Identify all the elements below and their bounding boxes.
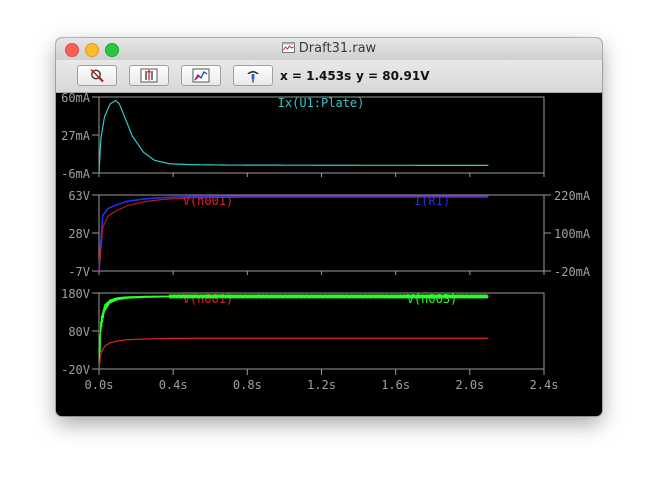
- x-tick-label: 0.8s: [233, 378, 262, 392]
- window-title: Draft31.raw: [298, 41, 377, 56]
- autorange-y-icon: [140, 68, 158, 83]
- window-title-wrap: Draft31.raw: [56, 41, 602, 56]
- pane-1: Ix(U1:Plate) 60mA 27mA -6mA: [61, 91, 545, 181]
- toolbar: x = 1.453s y = 80.91V: [56, 60, 602, 93]
- waveform-viewer-window: Draft31.raw x = 1.453s y = 80.91V Ix(U1:…: [56, 38, 602, 416]
- pane-2-right-ytick-bottom: -20mA: [554, 265, 591, 279]
- pane-1-ytick-top: 60mA: [61, 93, 91, 105]
- x-tick-label: 0.4s: [159, 378, 188, 392]
- pane-3-ytick-mid: 80V: [68, 325, 90, 339]
- pane-1-ytick-mid: 27mA: [61, 129, 91, 143]
- zoom-extents-button[interactable]: [181, 65, 221, 86]
- autorange-y-button[interactable]: [129, 65, 169, 86]
- pane-2-frame: [98, 194, 545, 272]
- zoom-cancel-icon: [90, 68, 104, 83]
- x-cursor-readout: x = 1.453s: [280, 69, 352, 83]
- x-tick-label: 2.4s: [530, 378, 559, 392]
- pane-2: V(n001) I(R1) 63V 28V -7V 220mA 100mA -2…: [68, 189, 591, 279]
- pane-2-right-ytick-top: 220mA: [554, 189, 591, 203]
- zoom-extents-icon: [192, 68, 210, 83]
- pane-2-ytick-top: 63V: [68, 189, 90, 203]
- pane-2-ytick-mid: 28V: [68, 227, 90, 241]
- pane-3-frame: [98, 292, 545, 370]
- pane-3-trace-v-n003[interactable]: [98, 293, 489, 370]
- pane-1-ytick-bottom: -6mA: [61, 167, 91, 181]
- probe-button[interactable]: [233, 65, 273, 86]
- pane-2-trace-v-n001[interactable]: [98, 196, 489, 272]
- plot-area[interactable]: Ix(U1:Plate) 60mA 27mA -6mA V(n001) I(R1…: [56, 91, 602, 416]
- x-tick-label: 1.2s: [307, 378, 336, 392]
- pane-1-trace-label[interactable]: Ix(U1:Plate): [278, 96, 365, 110]
- x-tick-label: 2.0s: [455, 378, 484, 392]
- pane-3: V(n001) V(n003) 180V 80V -20V: [61, 287, 545, 377]
- pane-2-right-ytick-mid: 100mA: [554, 227, 591, 241]
- zoom-cancel-button[interactable]: [77, 65, 117, 86]
- title-bar: Draft31.raw: [56, 38, 602, 60]
- pane-1-trace-ix-plate[interactable]: [98, 100, 489, 174]
- y-cursor-readout: y = 80.91V: [356, 69, 430, 83]
- x-tick-label: 1.6s: [381, 378, 410, 392]
- probe-icon: [247, 71, 259, 83]
- pane-3-ytick-top: 180V: [61, 287, 90, 301]
- pane-3-trace-v-n001[interactable]: [98, 337, 489, 370]
- waveform-plots[interactable]: Ix(U1:Plate) 60mA 27mA -6mA V(n001) I(R1…: [56, 91, 602, 416]
- x-tick-label: 0.0s: [85, 378, 114, 392]
- waveform-document-icon: [281, 42, 295, 53]
- x-axis: 0.0s 0.4s 0.8s 1.2s 1.6s 2.0s 2.4s: [85, 173, 559, 392]
- pane-2-ytick-bottom: -7V: [68, 265, 90, 279]
- pane-3-ytick-bottom: -20V: [61, 363, 90, 377]
